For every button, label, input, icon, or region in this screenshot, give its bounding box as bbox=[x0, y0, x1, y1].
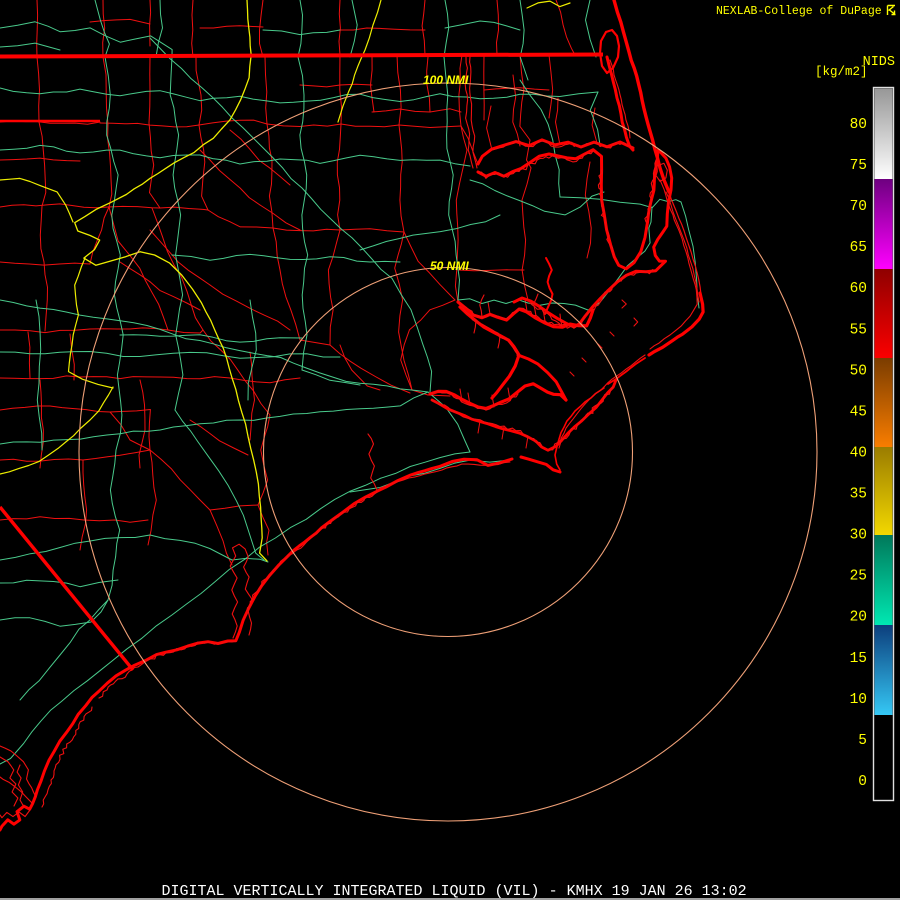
svg-text:5: 5 bbox=[858, 733, 867, 749]
svg-text:35: 35 bbox=[850, 487, 867, 503]
svg-text:70: 70 bbox=[850, 199, 867, 215]
svg-text:[kg/m2]: [kg/m2] bbox=[815, 65, 868, 79]
svg-text:30: 30 bbox=[850, 528, 867, 544]
svg-text:65: 65 bbox=[850, 240, 867, 256]
svg-text:0: 0 bbox=[858, 774, 867, 790]
svg-text:50: 50 bbox=[850, 363, 867, 379]
svg-text:10: 10 bbox=[850, 692, 867, 708]
svg-text:50 NMI: 50 NMI bbox=[430, 259, 469, 273]
svg-text:15: 15 bbox=[850, 651, 867, 667]
svg-text:80: 80 bbox=[850, 117, 867, 133]
svg-text:100 NMI: 100 NMI bbox=[423, 73, 469, 87]
svg-text:60: 60 bbox=[850, 281, 867, 297]
svg-text:55: 55 bbox=[850, 322, 867, 338]
svg-text:20: 20 bbox=[850, 610, 867, 626]
svg-text:40: 40 bbox=[850, 446, 867, 462]
svg-text:75: 75 bbox=[850, 158, 867, 174]
svg-text:45: 45 bbox=[850, 404, 867, 420]
svg-text:DIGITAL VERTICALLY INTEGRATED: DIGITAL VERTICALLY INTEGRATED LIQUID (VI… bbox=[162, 883, 747, 900]
svg-text:NEXLAB-College of DuPage: NEXLAB-College of DuPage bbox=[716, 5, 882, 18]
svg-text:25: 25 bbox=[850, 569, 867, 585]
